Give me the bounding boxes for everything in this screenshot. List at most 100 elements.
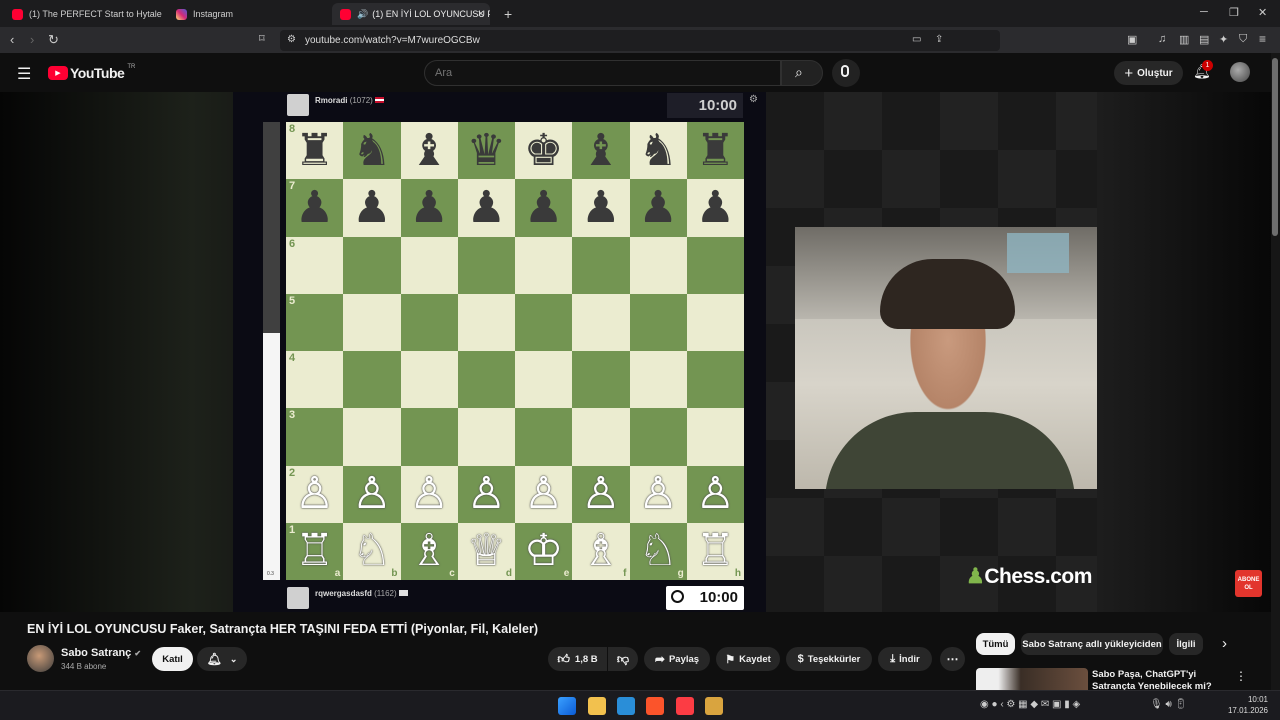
black-piece: ♟ <box>352 182 392 232</box>
guide-menu-icon[interactable]: ☰ <box>17 64 31 84</box>
streamer-sweater <box>825 412 1075 489</box>
share-button[interactable]: ➦ Paylaş <box>644 647 710 671</box>
search-input[interactable] <box>424 60 781 86</box>
bell-icon: 🔔︎ <box>206 652 222 666</box>
restore-icon[interactable]: ❐ <box>1229 6 1239 19</box>
photos-app-icon[interactable] <box>617 697 635 715</box>
board-square-h4 <box>686 351 744 409</box>
taskbar-time[interactable]: 10:01 <box>1228 695 1268 704</box>
forward-icon[interactable]: › <box>30 32 34 47</box>
board-square-a4: 4 <box>286 351 344 409</box>
tab-hytale[interactable]: (1) The PERFECT Start to Hytale - You <box>4 3 162 25</box>
youtube-logo[interactable]: ▶ YouTube TR <box>48 64 135 81</box>
download-icon: ⤓ <box>890 652 896 665</box>
site-info-icon[interactable]: ⚙ <box>287 34 296 45</box>
start-windows-icon[interactable] <box>558 697 576 715</box>
board-square-b8: ♞ <box>343 122 401 180</box>
tray-app-icons[interactable]: ◉ ● ‹ ⚙ ▦ ◆ ✉ ▣ ▮ ◈ <box>980 699 1080 710</box>
dislike-button[interactable]: 👎︎ <box>608 647 638 671</box>
black-piece: ♚ <box>523 125 564 175</box>
next-video-thumbnail[interactable] <box>976 668 1088 690</box>
board-square-d7: ♟ <box>457 179 515 237</box>
board-square-f3 <box>572 408 630 466</box>
tab-label: (1) EN İYİ LOL OYUNCUSU Fa <box>372 9 490 19</box>
cast-icon[interactable]: ▭ <box>912 34 921 45</box>
file-explorer-icon[interactable] <box>588 697 606 715</box>
sidebar-panel-icon[interactable]: ▣ <box>1127 33 1137 46</box>
search-button[interactable]: ⌕ <box>781 60 823 86</box>
create-button[interactable]: + Oluştur <box>1114 61 1183 85</box>
white-piece: ♙ <box>466 469 507 519</box>
channel-name[interactable]: Sabo Satranç ✔ <box>61 647 141 659</box>
bottom-player-clock: 10:00 <box>666 586 744 610</box>
game-app-icon[interactable] <box>705 697 723 715</box>
wallet-icon[interactable]: ▤ <box>1199 33 1209 46</box>
bottom-player-avatar <box>287 587 309 609</box>
account-avatar[interactable] <box>1230 62 1250 82</box>
leo-ai-icon[interactable]: ✦ <box>1219 33 1228 46</box>
top-player-name: Rmoradi (1072) <box>315 96 385 105</box>
tab-instagram[interactable]: Instagram <box>168 3 326 25</box>
board-square-e2: ♙ <box>515 465 573 523</box>
file-label: a <box>334 568 341 579</box>
next-video-title[interactable]: Sabo Paşa, ChatGPT'yi Satrançta Yenebile… <box>1092 669 1232 690</box>
browser-tab-bar: (1) The PERFECT Start to Hytale - You In… <box>0 0 1280 27</box>
menu-icon[interactable]: ≡ <box>1259 32 1266 46</box>
file-label: e <box>563 568 570 579</box>
taskbar-date[interactable]: 17.01.2026 <box>1218 706 1268 715</box>
board-settings-icon: ⚙ <box>749 94 758 105</box>
next-video-menu-icon[interactable]: ⋮ <box>1235 669 1247 683</box>
scrollbar-thumb[interactable] <box>1272 58 1278 236</box>
super-thanks-icon: $ <box>797 653 804 665</box>
rank-label: 3 <box>289 409 296 422</box>
bookmark-icon[interactable]: ⌑ <box>259 32 265 45</box>
window-close-icon[interactable]: ✕ <box>1258 6 1267 19</box>
reload-icon[interactable]: ↻ <box>48 32 59 48</box>
white-piece: ♙ <box>294 469 335 519</box>
board-square-b5 <box>343 293 401 351</box>
chip-related[interactable]: İlgili <box>1169 633 1203 655</box>
webcam-feed <box>795 227 1097 489</box>
rank-label: 1 <box>289 523 296 536</box>
board-square-d6 <box>457 236 515 294</box>
download-button[interactable]: ⤓ İndir <box>878 647 932 671</box>
voice-search-button[interactable] <box>832 59 860 87</box>
back-icon[interactable]: ‹ <box>10 32 14 47</box>
white-piece: ♖ <box>294 526 335 576</box>
subscribed-notifications-button[interactable]: 🔔︎ ⌄ <box>197 647 247 671</box>
tab-current-video[interactable]: 🔊 (1) EN İYİ LOL OYUNCUSU Fa × <box>332 3 490 25</box>
white-piece: ♗ <box>581 526 621 576</box>
tray-system-icons[interactable]: 🎙︎ 🔊︎ 🔋︎ <box>1150 699 1187 710</box>
subscribe-watermark[interactable]: ABONE OL <box>1235 570 1262 597</box>
tab-close-icon[interactable]: × <box>478 8 484 20</box>
file-label: c <box>449 568 455 579</box>
more-actions-button[interactable]: ⋯ <box>940 647 965 671</box>
chip-all[interactable]: Tümü <box>976 633 1015 655</box>
thanks-button[interactable]: $ Teşekkürler <box>786 647 872 671</box>
music-app-icon[interactable] <box>676 697 694 715</box>
sidebar-toggle-icon[interactable]: ▥ <box>1179 33 1189 46</box>
brave-browser-icon[interactable] <box>646 697 664 715</box>
vpn-shield-icon[interactable]: ⛉ <box>1239 33 1247 46</box>
white-piece: ♕ <box>466 526 507 576</box>
board-square-e1: e ♔ <box>515 522 573 580</box>
share-page-icon[interactable]: ⇪ <box>935 34 943 45</box>
clock-icon <box>671 590 684 603</box>
youtube-favicon-icon <box>12 8 23 20</box>
chip-from-uploader[interactable]: Sabo Satranç adlı yükleyiciden <box>1021 633 1163 655</box>
minimize-icon[interactable]: ─ <box>1200 6 1208 18</box>
tab-label: (1) The PERFECT Start to Hytale - You <box>29 9 162 19</box>
like-button[interactable]: 👍︎ 1,8 B <box>548 647 607 671</box>
board-square-g5 <box>629 293 687 351</box>
board-square-f5 <box>572 293 630 351</box>
board-square-f2: ♙ <box>572 465 630 523</box>
media-icon[interactable]: ♫ <box>1158 33 1166 45</box>
join-button[interactable]: Katıl <box>152 647 193 671</box>
youtube-header: ☰ ▶ YouTube TR ⌕ + Oluştur 🔔︎ 1 <box>0 53 1280 92</box>
new-tab-button[interactable]: + <box>496 3 516 25</box>
rank-label: 2 <box>289 466 296 479</box>
chips-next-icon[interactable]: › <box>1222 635 1227 652</box>
address-field[interactable]: youtube.com/watch?v=M7wureOGCBw <box>280 30 1000 51</box>
channel-avatar[interactable] <box>27 645 54 672</box>
save-button[interactable]: ⚑ Kaydet <box>716 647 780 671</box>
